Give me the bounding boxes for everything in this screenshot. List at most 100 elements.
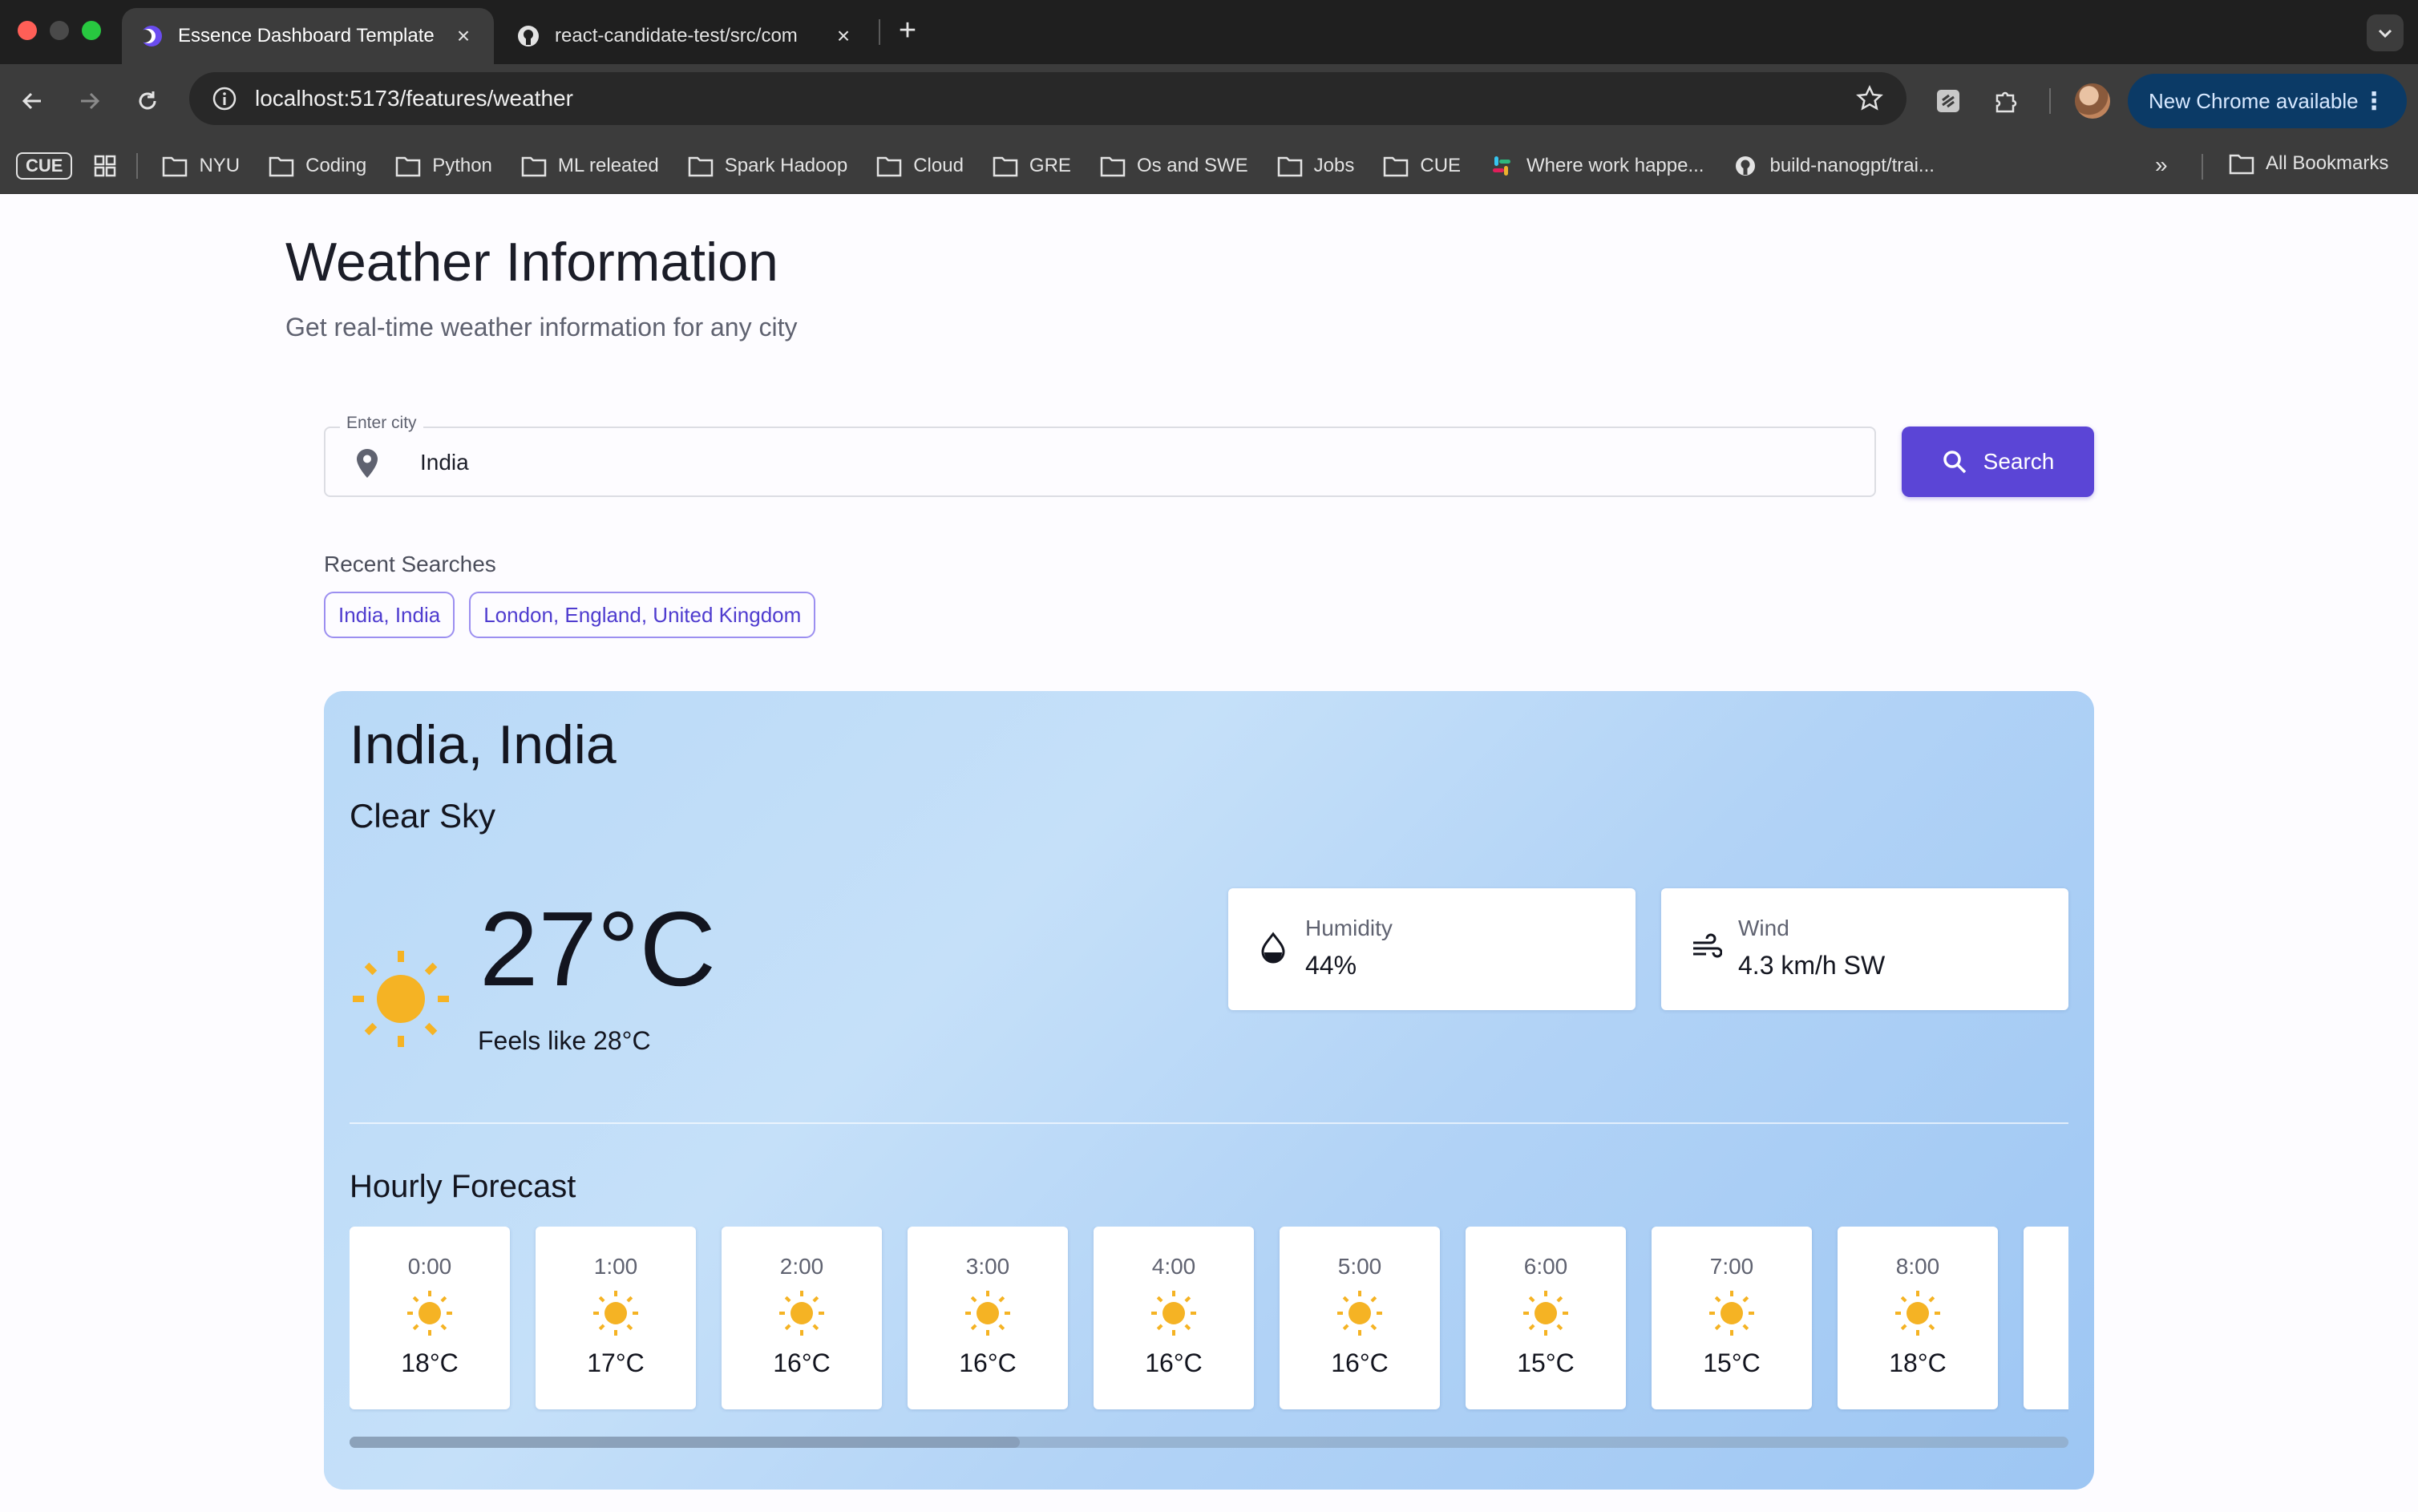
browser-tab-active[interactable]: Essence Dashboard Template × [122, 8, 494, 64]
recent-searches-title: Recent Searches [324, 552, 496, 576]
bookmark-star-icon[interactable] [1855, 84, 1884, 113]
wind-icon [1693, 933, 1722, 958]
feels-like: Feels like 28°C [478, 1026, 651, 1055]
wind-value: 4.3 km/h SW [1738, 951, 1886, 980]
bookmark-item[interactable]: Cloud [876, 155, 964, 177]
bookmark-item[interactable]: Coding [269, 155, 366, 177]
tab-close-icon[interactable]: × [831, 23, 856, 49]
github-icon [518, 26, 539, 46]
tab-title: react-candidate-test/src/com [555, 25, 798, 46]
tab-close-icon[interactable]: × [451, 23, 476, 49]
hourly-scrollbar[interactable] [350, 1437, 2068, 1448]
page-title: Weather Information [285, 232, 778, 293]
new-tab-button[interactable]: + [895, 13, 920, 48]
location-pin-icon [357, 449, 378, 478]
sun-icon [1895, 1291, 1940, 1336]
forecast-time: 4:00 [1151, 1254, 1196, 1279]
tab-search-button[interactable] [2367, 14, 2404, 51]
bookmark-item[interactable]: CUE [1383, 155, 1461, 177]
bookmark-label: Coding [305, 154, 367, 176]
forecast-temp: 18°C [401, 1348, 459, 1377]
hourly-forecast-title: Hourly Forecast [350, 1169, 576, 1204]
search-button[interactable]: Search [1902, 427, 2094, 497]
close-window-button[interactable] [18, 21, 37, 40]
bookmark-label: CUE [1420, 154, 1462, 176]
tab-title: Essence Dashboard Template [178, 25, 435, 46]
extension-button[interactable] [1932, 85, 1964, 117]
weather-location: India, India [350, 714, 617, 775]
city-search-input[interactable] [420, 444, 1847, 481]
search-icon [1943, 451, 1966, 474]
folder-icon [993, 156, 1018, 176]
hourly-scrollbar-thumb[interactable] [350, 1437, 1021, 1448]
wind-card: Wind 4.3 km/h SW [1661, 888, 2068, 1010]
reload-button[interactable] [130, 83, 165, 119]
folder-icon [1384, 156, 1409, 176]
bookmark-label: Spark Hadoop [724, 154, 848, 176]
page-subtitle: Get real-time weather information for an… [285, 313, 798, 342]
bookmark-label: NYU [199, 154, 241, 176]
hourly-forecast-item: 6:00 15°C [1466, 1227, 1626, 1409]
folder-icon [2229, 154, 2254, 175]
maximize-window-button[interactable] [82, 21, 101, 40]
wind-label: Wind [1738, 916, 1789, 940]
sun-icon [779, 1291, 824, 1336]
minimize-window-button[interactable] [50, 21, 69, 40]
browser-tab-strip: Essence Dashboard Template × react-candi… [0, 0, 2418, 64]
bookmark-item[interactable]: GRE [993, 155, 1071, 177]
hourly-forecast-item: 7:00 15°C [1652, 1227, 1812, 1409]
forecast-temp: 16°C [959, 1348, 1017, 1377]
recent-search-chip[interactable]: India, India [324, 592, 455, 638]
back-button[interactable] [14, 83, 50, 119]
bookmark-item[interactable]: Python [395, 155, 492, 177]
essence-favicon-icon [140, 26, 162, 46]
bookmarks-bar: CUE NYU Coding Python ML releated Spark Hado… [0, 138, 2418, 194]
forecast-temp: 16°C [1145, 1348, 1203, 1377]
extension-app-icon [1937, 90, 1959, 112]
forecast-temp: 18°C [1889, 1348, 1947, 1377]
bookmark-item[interactable]: ML releated [521, 155, 659, 177]
cue-bookmark-badge[interactable]: CUE [16, 152, 73, 180]
reload-icon [139, 91, 156, 110]
forecast-time: 1:00 [593, 1254, 638, 1279]
bookmark-item[interactable]: Jobs [1277, 154, 1355, 177]
bookmark-label: Jobs [1313, 154, 1355, 176]
sun-icon [1337, 1291, 1382, 1336]
hourly-forecast-item: 8:00 18°C [1838, 1227, 1998, 1409]
browser-tab[interactable]: react-candidate-test/src/com × [499, 8, 874, 64]
forward-button[interactable] [72, 83, 107, 119]
city-search-label: Enter city [340, 414, 423, 433]
hourly-forecast-list[interactable]: 0:00 18°C 1:00 17°C 2:00 16°C 3:00 16°C 4:00 16°C… [350, 1227, 2068, 1413]
more-bookmarks-icon[interactable]: » [2155, 152, 2168, 178]
folder-icon [269, 156, 294, 176]
chrome-update-button[interactable]: New Chrome available ⋮ [2128, 74, 2407, 128]
profile-avatar[interactable] [2075, 83, 2110, 119]
bookmark-item[interactable]: Os and SWE [1100, 155, 1248, 177]
weather-card: India, India Clear Sky 27°C Feels like 2… [324, 691, 2094, 1490]
extensions-menu-button[interactable] [1990, 85, 2022, 117]
site-info-icon[interactable] [212, 86, 237, 111]
address-url: localhost:5173/features/weather [255, 86, 573, 111]
github-icon [1736, 156, 1756, 176]
city-search-field[interactable]: Enter city [324, 414, 1876, 497]
all-bookmarks-button[interactable]: All Bookmarks [2229, 152, 2388, 175]
bookmark-item[interactable]: NYU [162, 155, 240, 177]
recent-searches-list: India, India London, England, United Kin… [324, 592, 816, 638]
hourly-forecast-item: 3:00 16°C [908, 1227, 1068, 1409]
current-temperature: 27°C [479, 890, 716, 1008]
address-bar[interactable]: localhost:5173/features/weather [189, 72, 1906, 125]
folder-icon [163, 156, 188, 176]
bookmark-item[interactable]: Where work happe... [1490, 155, 1704, 177]
bookmark-item[interactable]: Spark Hadoop [688, 155, 847, 177]
apps-grid-icon[interactable] [93, 154, 117, 178]
puzzle-icon [1995, 91, 2017, 113]
forecast-temp: 16°C [773, 1348, 831, 1377]
forecast-time: 3:00 [965, 1254, 1010, 1279]
folder-icon [521, 156, 547, 176]
chevron-down-icon [2378, 29, 2392, 38]
recent-search-chip[interactable]: London, England, United Kingdom [469, 592, 816, 638]
arrow-right-icon [81, 92, 100, 110]
browser-toolbar: localhost:5173/features/weather New Chro… [0, 64, 2418, 138]
slack-icon [1493, 156, 1511, 176]
bookmark-item[interactable]: build-nanogpt/trai... [1733, 155, 1935, 177]
